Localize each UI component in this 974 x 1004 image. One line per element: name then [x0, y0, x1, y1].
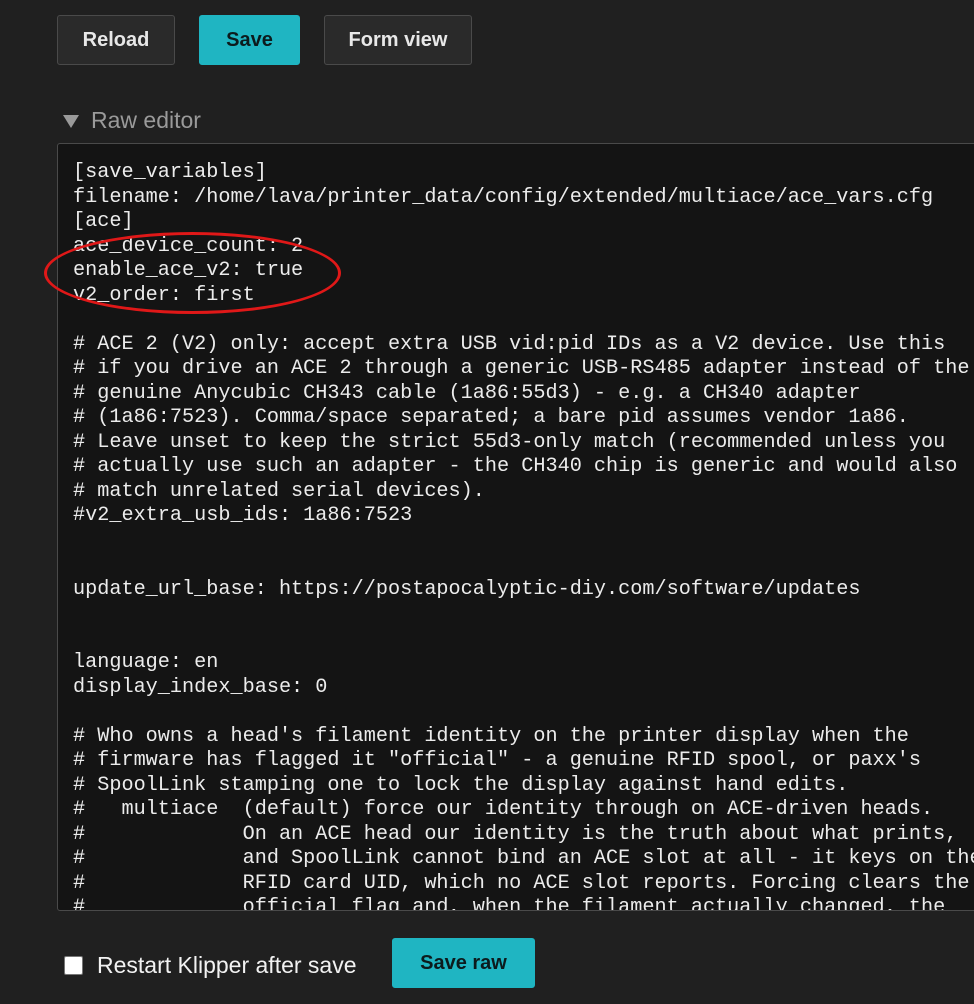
editor-line: # ACE 2 (V2) only: accept extra USB vid:… [73, 332, 946, 356]
editor-line: # if you drive an ACE 2 through a generi… [73, 357, 970, 380]
editor-line [73, 308, 974, 333]
restart-klipper-option[interactable]: Restart Klipper after save [64, 948, 357, 982]
editor-line: # match unrelated serial devices). [73, 479, 485, 503]
editor-line: # genuine Anycubic CH343 cable (1a86:55d… [73, 381, 861, 405]
editor-line: update_url_base: https://postapocalyptic… [73, 577, 861, 601]
editor-line: language: en [73, 651, 219, 674]
form-view-button[interactable]: Form view [324, 15, 472, 65]
restart-klipper-checkbox[interactable] [64, 955, 83, 975]
editor-content: [save_variables] filename: /home/lava/pri… [73, 161, 974, 911]
editor-line: enable_ace_v2: true [73, 259, 304, 282]
editor-line: filename: /home/lava/printer_data/config… [73, 185, 934, 209]
editor-line [73, 602, 974, 627]
editor-line [73, 553, 974, 578]
raw-editor-toggle[interactable]: Raw editor [63, 104, 201, 136]
editor-line: # Who owns a head's filament identity on… [73, 724, 909, 748]
editor-line [73, 529, 974, 554]
editor-line: [save_variables] [73, 161, 267, 184]
editor-line [73, 700, 974, 725]
editor-line: # On an ACE head our identity is the tru… [73, 822, 958, 846]
editor-line: [ace] [73, 210, 134, 233]
editor-line: # actually use such an adapter - the CH3… [73, 455, 958, 478]
editor-line: # and SpoolLink cannot bind an ACE slot … [73, 847, 974, 870]
editor-line: display_index_base: 0 [73, 675, 328, 699]
collapse-triangle-icon [63, 114, 79, 128]
save-raw-button[interactable]: Save raw [392, 938, 535, 988]
editor-line: # firmware has flagged it "official" - a… [73, 749, 922, 772]
editor-line: # official flag and, when the filament a… [73, 896, 946, 911]
raw-config-page: Reload Save Form view Raw editor [save_v… [0, 0, 974, 1004]
raw-editor-heading: Raw editor [91, 106, 201, 133]
editor-line: # multiace (default) force our identity … [73, 798, 934, 821]
editor-line: ace_device_count: 2 [73, 234, 304, 258]
raw-editor-textarea[interactable]: [save_variables] filename: /home/lava/pri… [57, 143, 974, 911]
restart-klipper-label: Restart Klipper after save [97, 951, 357, 978]
save-button[interactable]: Save [199, 15, 300, 65]
editor-line: # Leave unset to keep the strict 55d3-on… [73, 430, 946, 454]
editor-line: # SpoolLink stamping one to lock the dis… [73, 773, 849, 797]
editor-line: v2_order: first [73, 283, 255, 307]
editor-line [73, 627, 974, 652]
editor-line: # (1a86:7523). Comma/space separated; a … [73, 406, 909, 429]
editor-line: #v2_extra_usb_ids: 1a86:7523 [73, 504, 413, 527]
reload-button[interactable]: Reload [57, 15, 175, 65]
editor-line: # RFID card UID, which no ACE slot repor… [73, 871, 970, 895]
